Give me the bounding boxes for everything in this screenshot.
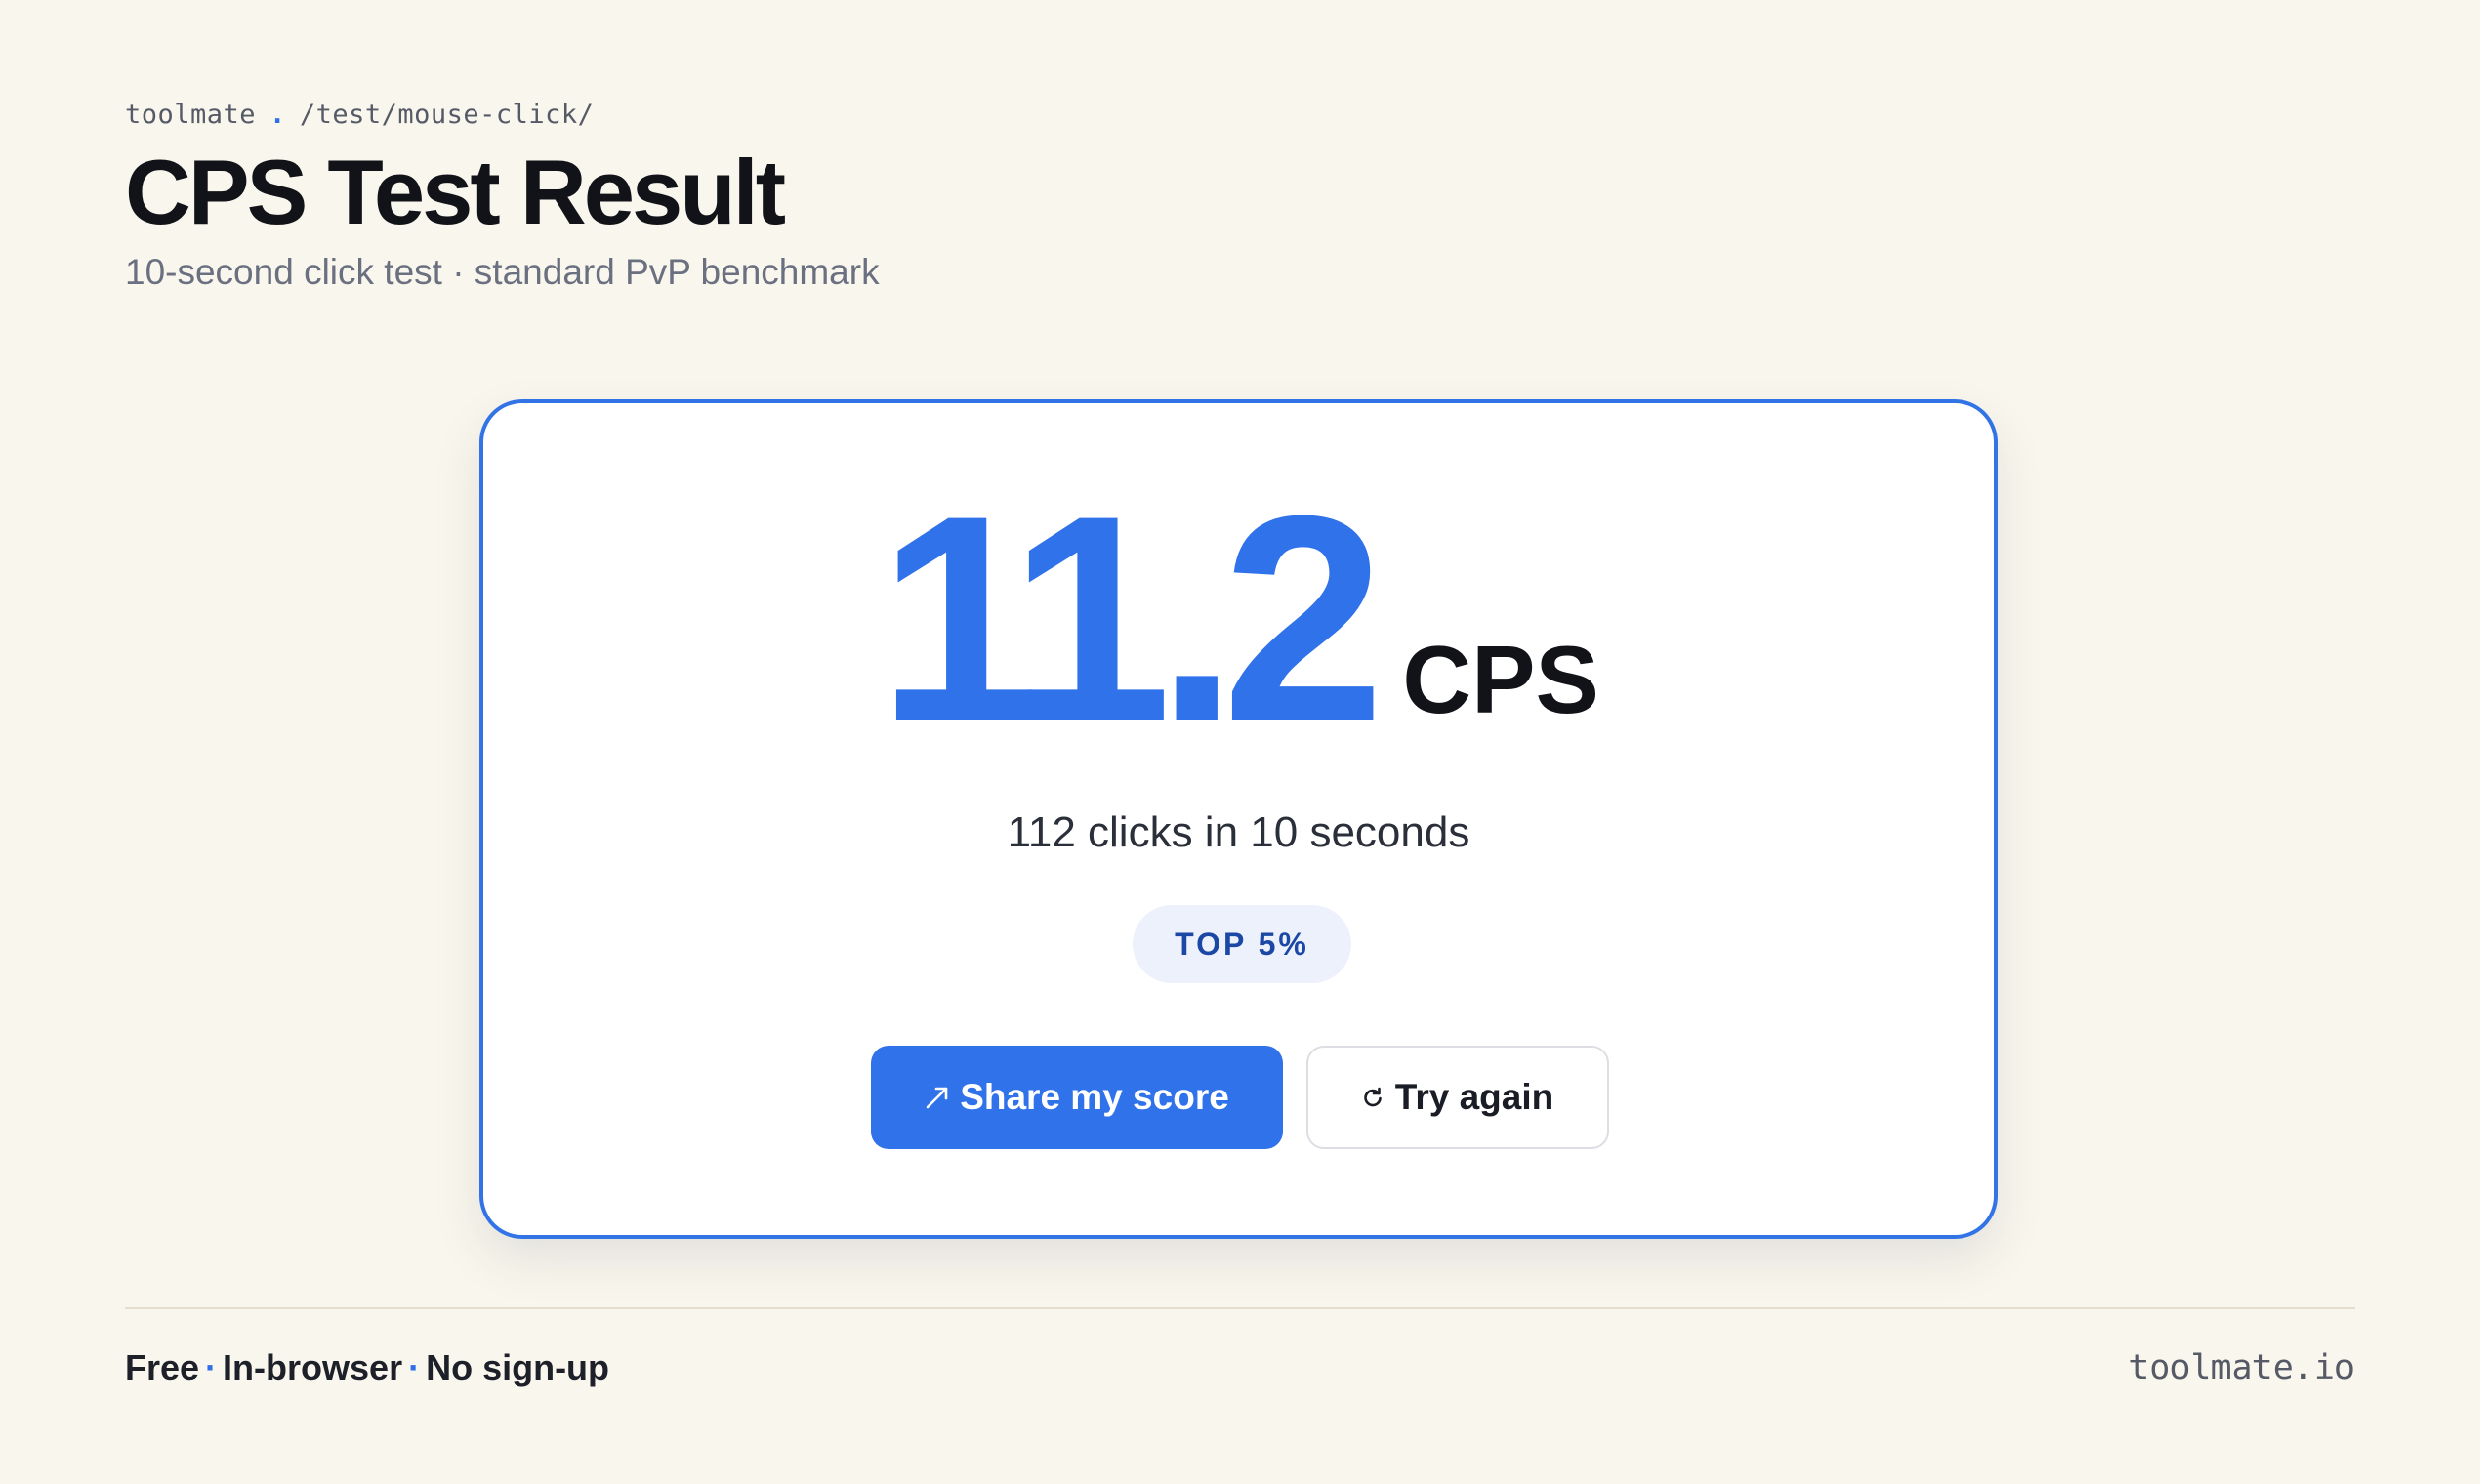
breadcrumb-separator: .: [269, 100, 286, 130]
result-card: 11.2 CPS 112 clicks in 10 seconds TOP 5%…: [479, 399, 1998, 1239]
rank-badge: TOP 5%: [1133, 905, 1351, 983]
try-again-label: Try again: [1394, 1077, 1554, 1117]
feature-free: Free: [125, 1347, 200, 1387]
share-score-button[interactable]: Share my score: [871, 1046, 1283, 1149]
share-arrow-icon: [925, 1085, 950, 1110]
page-title: CPS Test Result: [125, 141, 786, 243]
page-subtitle: 10-second click test · standard PvP benc…: [125, 252, 880, 292]
feature-no-signup: No sign-up: [426, 1347, 610, 1387]
footer-domain[interactable]: toolmate.io: [2129, 1343, 2355, 1392]
feature-separator: ·: [408, 1347, 421, 1387]
refresh-icon: [1362, 1087, 1384, 1108]
score-value: 11.2: [878, 454, 1385, 782]
page-header: toolmate. /test/mouse-click/ CPS Test Res…: [125, 96, 880, 297]
breadcrumb-site[interactable]: toolmate: [125, 100, 256, 130]
share-button-label: Share my score: [960, 1077, 1229, 1117]
feature-separator: ·: [205, 1347, 218, 1387]
score-unit: CPS: [1402, 626, 1599, 733]
feature-in-browser: In-browser: [223, 1347, 403, 1387]
breadcrumb-path[interactable]: /test/mouse-click/: [300, 100, 595, 130]
try-again-button[interactable]: Try again: [1306, 1046, 1609, 1149]
breadcrumb: toolmate. /test/mouse-click/: [125, 96, 880, 135]
footer-divider: [125, 1307, 2355, 1309]
score-display: 11.2 CPS: [483, 454, 1994, 782]
clicks-summary: 112 clicks in 10 seconds: [1007, 808, 1470, 856]
feature-list: Free · In-browser · No sign-up: [125, 1343, 609, 1392]
